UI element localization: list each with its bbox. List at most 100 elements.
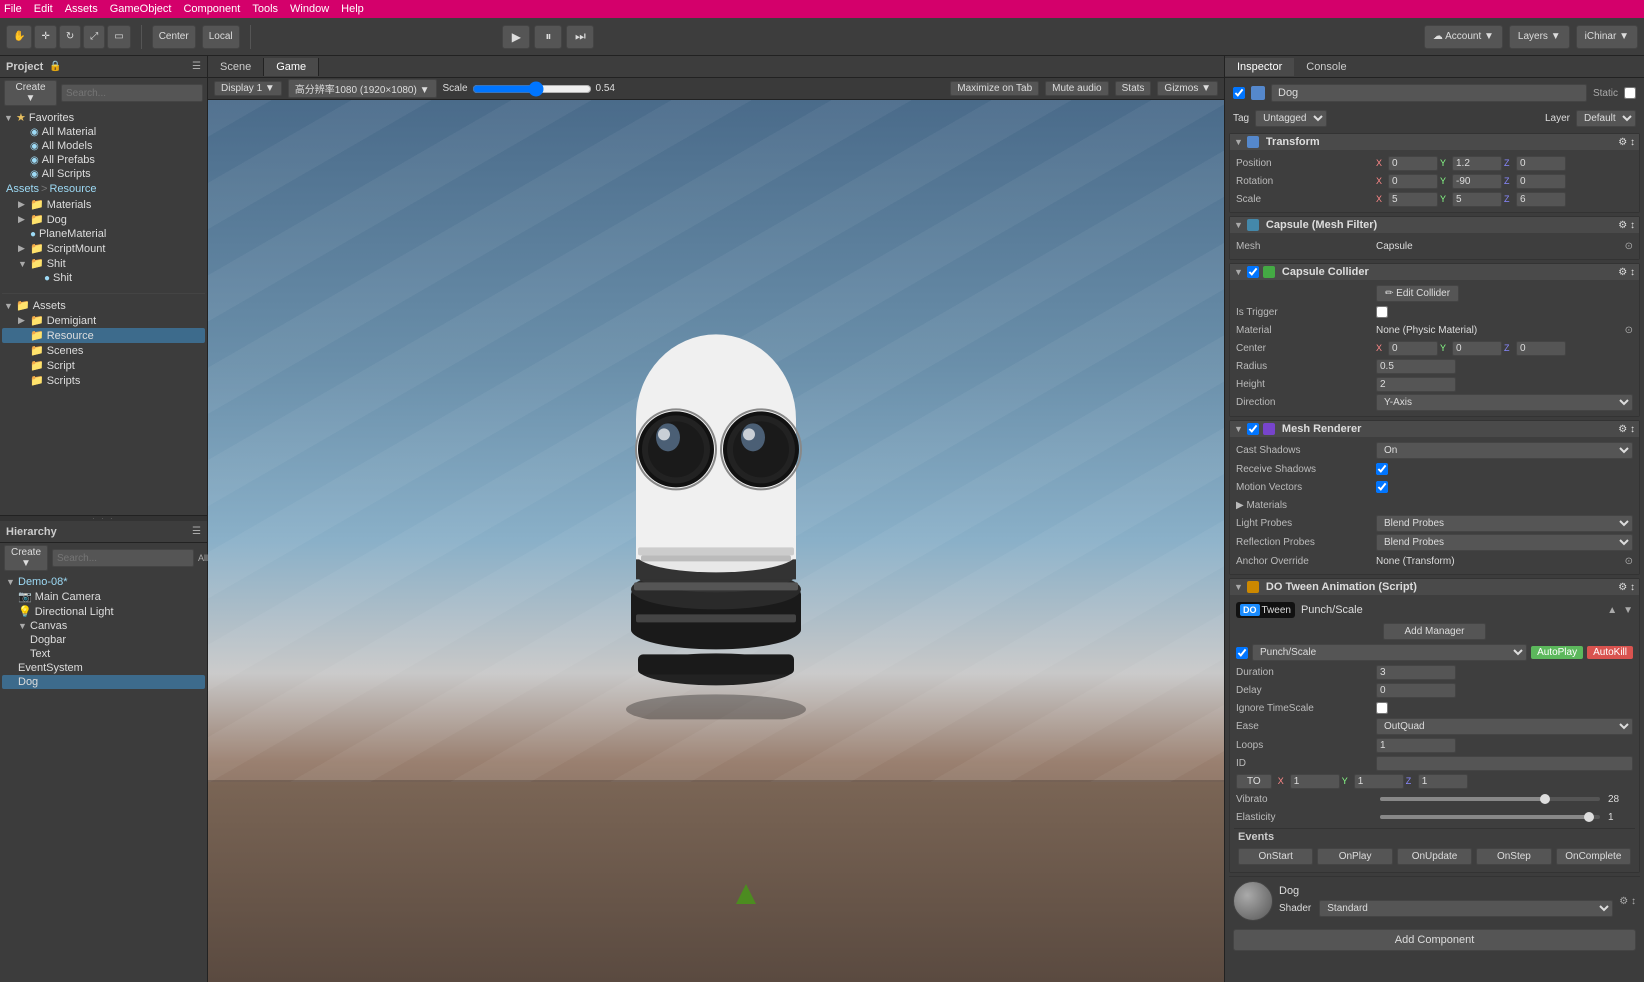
tree-all-material[interactable]: ◉ All Material bbox=[2, 125, 205, 139]
project-search-input[interactable] bbox=[61, 84, 203, 102]
dotween-arrow-up[interactable]: ▲ bbox=[1607, 605, 1617, 616]
motion-vectors-checkbox[interactable] bbox=[1376, 481, 1388, 493]
transform-settings[interactable]: ⚙ ↕ bbox=[1618, 137, 1635, 148]
material-settings[interactable]: ⚙ ↕ bbox=[1619, 896, 1636, 907]
pos-y-input[interactable]: 1.2 bbox=[1452, 156, 1502, 171]
reflection-probes-select[interactable]: Blend Probes bbox=[1376, 534, 1633, 551]
project-panel-menu[interactable]: ☰ bbox=[192, 61, 201, 72]
light-probes-select[interactable]: Blend Probes bbox=[1376, 515, 1633, 532]
punch-scale-select[interactable]: Punch/Scale bbox=[1252, 644, 1527, 661]
direction-select[interactable]: Y-Axis X-Axis Z-Axis bbox=[1376, 394, 1633, 411]
rot-y-input[interactable]: -90 bbox=[1452, 174, 1502, 189]
favorites-header[interactable]: ▼ ★ Favorites bbox=[2, 110, 205, 125]
radius-input[interactable]: 0.5 bbox=[1376, 359, 1456, 374]
onstart-btn[interactable]: OnStart bbox=[1238, 848, 1313, 865]
tree-all-scripts[interactable]: ◉ All Scripts bbox=[2, 167, 205, 181]
menu-edit[interactable]: Edit bbox=[34, 3, 53, 15]
scl-x-input[interactable]: 5 bbox=[1388, 192, 1438, 207]
rot-z-input[interactable]: 0 bbox=[1516, 174, 1566, 189]
rotate-tool[interactable]: ↻ bbox=[59, 25, 81, 49]
center-button[interactable]: Center bbox=[152, 25, 196, 49]
dotween-arrow-down[interactable]: ▼ bbox=[1623, 605, 1633, 616]
scale-slider[interactable] bbox=[472, 81, 592, 97]
assets-label[interactable]: Assets bbox=[6, 183, 39, 195]
rot-x-input[interactable]: 0 bbox=[1388, 174, 1438, 189]
tag-select[interactable]: Untagged bbox=[1255, 110, 1327, 127]
stats-btn[interactable]: Stats bbox=[1115, 81, 1152, 96]
shader-select[interactable]: Standard bbox=[1319, 900, 1613, 917]
onplay-btn[interactable]: OnPlay bbox=[1317, 848, 1392, 865]
tree-all-prefabs[interactable]: ◉ All Prefabs bbox=[2, 153, 205, 167]
mesh-filter-settings[interactable]: ⚙ ↕ bbox=[1618, 220, 1635, 231]
id-input[interactable] bbox=[1376, 756, 1633, 771]
project-create-btn[interactable]: Create ▼ bbox=[4, 80, 57, 106]
maximize-btn[interactable]: Maximize on Tab bbox=[950, 81, 1039, 96]
tree-resource[interactable]: 📁 Resource bbox=[2, 328, 205, 343]
scl-y-input[interactable]: 5 bbox=[1452, 192, 1502, 207]
center-x-input[interactable]: 0 bbox=[1388, 341, 1438, 356]
ignore-timescale-checkbox[interactable] bbox=[1376, 702, 1388, 714]
hier-dogbar[interactable]: Dogbar bbox=[2, 633, 205, 647]
center-y-input[interactable]: 0 bbox=[1452, 341, 1502, 356]
hierarchy-panel-menu[interactable]: ☰ bbox=[192, 526, 201, 537]
capsule-collider-header[interactable]: ▼ Capsule Collider ⚙ ↕ bbox=[1230, 264, 1639, 280]
is-trigger-checkbox[interactable] bbox=[1376, 306, 1388, 318]
mesh-renderer-header[interactable]: ▼ Mesh Renderer ⚙ ↕ bbox=[1230, 421, 1639, 437]
pos-z-input[interactable]: 0 bbox=[1516, 156, 1566, 171]
elasticity-slider-thumb[interactable] bbox=[1584, 812, 1594, 822]
play-button[interactable]: ▶ bbox=[502, 25, 530, 49]
menu-help[interactable]: Help bbox=[341, 3, 364, 15]
onupdate-btn[interactable]: OnUpdate bbox=[1397, 848, 1472, 865]
loops-input[interactable]: 1 bbox=[1376, 738, 1456, 753]
tree-materials[interactable]: ▶ 📁 Materials bbox=[2, 197, 205, 212]
height-input[interactable]: 2 bbox=[1376, 377, 1456, 392]
hier-canvas[interactable]: ▼ Canvas bbox=[2, 619, 205, 633]
gizmos-btn[interactable]: Gizmos ▼ bbox=[1157, 81, 1218, 96]
to-z-input[interactable]: 1 bbox=[1418, 774, 1468, 789]
static-checkbox[interactable] bbox=[1624, 87, 1636, 99]
tree-script-mount[interactable]: ▶ 📁 ScriptMount bbox=[2, 241, 205, 256]
tree-scenes[interactable]: 📁 Scenes bbox=[2, 343, 205, 358]
hier-text[interactable]: Text bbox=[2, 647, 205, 661]
pos-x-input[interactable]: 0 bbox=[1388, 156, 1438, 171]
move-tool[interactable]: ✛ bbox=[34, 25, 56, 49]
add-component-btn[interactable]: Add Component bbox=[1233, 929, 1636, 951]
punch-scale-checkbox[interactable] bbox=[1236, 647, 1248, 659]
project-panel-lock[interactable]: 🔒 bbox=[49, 61, 61, 72]
delay-input[interactable]: 0 bbox=[1376, 683, 1456, 698]
menu-window[interactable]: Window bbox=[290, 3, 329, 15]
mesh-dot[interactable]: ⊙ bbox=[1625, 241, 1633, 252]
dotween-settings[interactable]: ⚙ ↕ bbox=[1618, 582, 1635, 593]
pause-button[interactable]: ⏸ bbox=[534, 25, 562, 49]
oncomplete-btn[interactable]: OnComplete bbox=[1556, 848, 1631, 865]
menu-assets[interactable]: Assets bbox=[65, 3, 98, 15]
tab-inspector[interactable]: Inspector bbox=[1225, 58, 1294, 76]
to-x-input[interactable]: 1 bbox=[1290, 774, 1340, 789]
tab-game[interactable]: Game bbox=[264, 58, 319, 76]
hier-directional-light[interactable]: 💡 Directional Light bbox=[2, 604, 205, 619]
layer-select[interactable]: Default bbox=[1576, 110, 1636, 127]
hier-dog[interactable]: Dog bbox=[2, 675, 205, 689]
autokill-btn[interactable]: AutoKill bbox=[1587, 646, 1633, 659]
tree-demigiant[interactable]: ▶ 📁 Demigiant bbox=[2, 313, 205, 328]
renderer-settings[interactable]: ⚙ ↕ bbox=[1618, 424, 1635, 435]
tab-console[interactable]: Console bbox=[1294, 58, 1358, 76]
hierarchy-search-input[interactable] bbox=[52, 549, 194, 567]
tree-shit-folder[interactable]: ▼ 📁 Shit bbox=[2, 256, 205, 271]
scale-tool[interactable]: ⤢ bbox=[83, 25, 105, 49]
hand-tool[interactable]: ✋ bbox=[6, 25, 32, 49]
hier-scene[interactable]: ▼ Demo-08* bbox=[2, 575, 205, 589]
menu-file[interactable]: File bbox=[4, 3, 22, 15]
autoplay-btn[interactable]: AutoPlay bbox=[1531, 646, 1583, 659]
to-button[interactable]: TO bbox=[1236, 774, 1272, 789]
ease-select[interactable]: OutQuad InQuad Linear bbox=[1376, 718, 1633, 735]
cast-shadows-select[interactable]: On Off bbox=[1376, 442, 1633, 459]
vibrato-slider-thumb[interactable] bbox=[1540, 794, 1550, 804]
hier-main-camera[interactable]: 📷 Main Camera bbox=[2, 589, 205, 604]
layers-button[interactable]: Layers ▼ bbox=[1509, 25, 1570, 49]
tree-shit-file[interactable]: ● Shit bbox=[2, 271, 205, 285]
edit-collider-btn[interactable]: ✏ Edit Collider bbox=[1376, 285, 1459, 302]
to-y-input[interactable]: 1 bbox=[1354, 774, 1404, 789]
tree-scripts[interactable]: 📁 Scripts bbox=[2, 373, 205, 388]
local-button[interactable]: Local bbox=[202, 25, 240, 49]
